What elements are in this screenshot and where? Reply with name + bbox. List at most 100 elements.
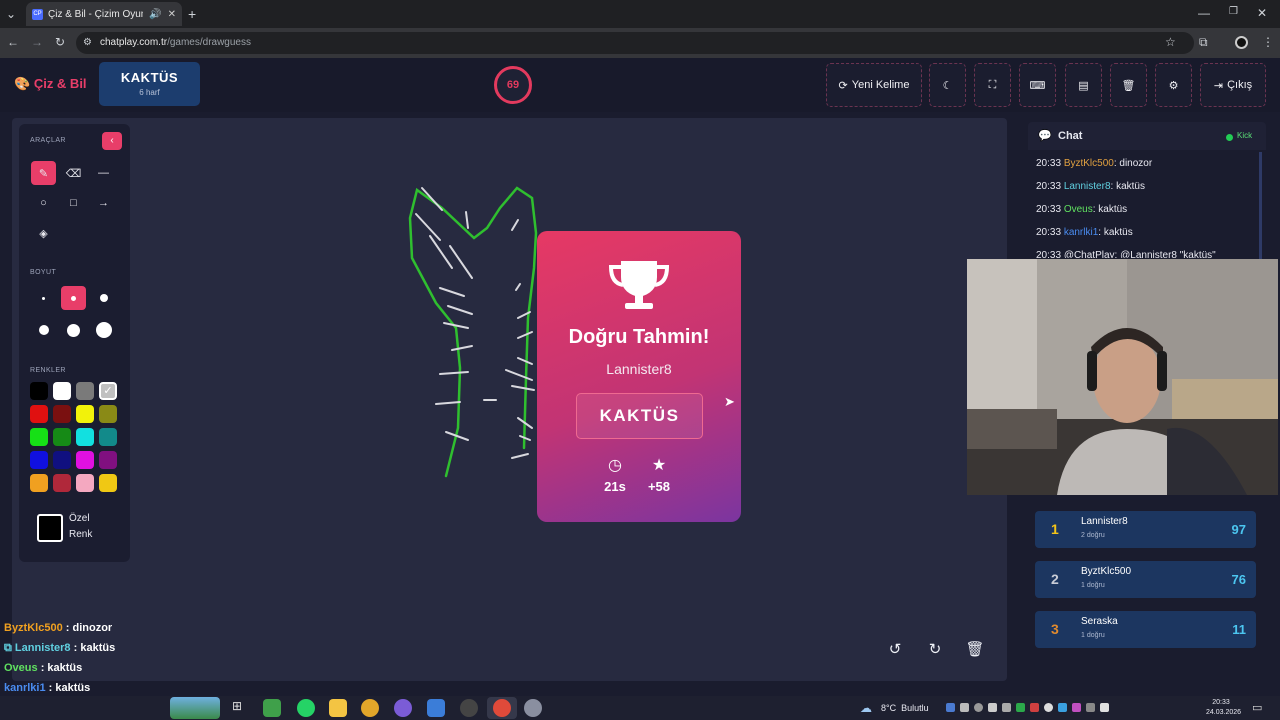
color-swatch[interactable]: [30, 382, 48, 400]
size-5[interactable]: [61, 318, 86, 342]
obs-icon[interactable]: [460, 699, 478, 717]
settings-button[interactable]: ⚙: [1155, 63, 1192, 107]
minimize-icon[interactable]: —: [1198, 6, 1210, 20]
leaderboard-score: 76: [1231, 572, 1246, 587]
task-view-icon[interactable]: ⊞: [228, 699, 246, 717]
color-swatch[interactable]: ✓: [99, 382, 117, 400]
widget-thumbnail[interactable]: [170, 697, 220, 719]
arrow-tool[interactable]: →: [91, 191, 116, 215]
size-2[interactable]: [61, 286, 86, 310]
color-swatch[interactable]: [76, 451, 94, 469]
color-swatch[interactable]: [53, 451, 71, 469]
chat-time: 20:33: [1036, 250, 1062, 258]
tab-search-icon[interactable]: ⌄: [6, 7, 16, 21]
chevron-left-icon: ‹: [110, 135, 114, 146]
browser-tab[interactable]: CP Çiz & Bil - Çizim Oyunu 🔊 ✕: [26, 2, 182, 26]
dark-mode-button[interactable]: ☾: [929, 63, 966, 107]
color-swatch[interactable]: [30, 451, 48, 469]
size-1[interactable]: [31, 286, 56, 310]
size-6[interactable]: [91, 318, 116, 342]
chrome-icon[interactable]: [361, 699, 379, 717]
size-3[interactable]: [91, 286, 116, 310]
color-swatch[interactable]: [53, 405, 71, 423]
color-swatch[interactable]: [76, 382, 94, 400]
app-icon-2[interactable]: [427, 699, 445, 717]
chat-username[interactable]: Lannister8: [1064, 181, 1111, 192]
favicon-icon: CP: [32, 8, 43, 20]
bookmark-star-icon[interactable]: ☆: [1165, 35, 1176, 49]
chrome-active-icon[interactable]: [493, 699, 511, 717]
chat-username[interactable]: kanrlki1: [1064, 227, 1098, 238]
eraser-tool[interactable]: ⌫: [61, 161, 86, 185]
undo-button[interactable]: ↺: [880, 634, 910, 664]
overlay-chat-line: ⧉ Lannister8 : kaktüs: [4, 642, 115, 655]
redo-icon: ↻: [928, 641, 942, 658]
size-4[interactable]: [31, 318, 56, 342]
speaker-icon[interactable]: 🔊: [149, 9, 161, 20]
reload-icon[interactable]: ↻: [55, 35, 65, 49]
new-word-button[interactable]: ⟳ Yeni Kelime: [826, 63, 922, 107]
square-icon: □: [70, 197, 77, 209]
fill-tool[interactable]: ◈: [31, 221, 56, 245]
forward-icon[interactable]: →: [31, 35, 43, 49]
close-window-icon[interactable]: ✕: [1257, 6, 1267, 20]
color-swatch[interactable]: [76, 474, 94, 492]
rectangle-tool[interactable]: □: [61, 191, 86, 215]
chat-username[interactable]: Oveus: [1064, 204, 1093, 215]
app-icon-3[interactable]: [524, 699, 542, 717]
new-tab-button[interactable]: +: [188, 6, 196, 22]
discord-icon[interactable]: [394, 699, 412, 717]
collapse-panel-button[interactable]: ‹: [102, 132, 122, 150]
site-info-icon[interactable]: ⚙: [83, 37, 92, 48]
color-swatch[interactable]: [76, 428, 94, 446]
profile-avatar[interactable]: [1235, 36, 1248, 49]
color-swatch[interactable]: [99, 428, 117, 446]
color-swatch[interactable]: [30, 405, 48, 423]
moon-icon: ☾: [942, 79, 953, 92]
fullscreen-button[interactable]: ⛶: [974, 63, 1011, 107]
color-swatch[interactable]: [99, 451, 117, 469]
file-explorer-icon[interactable]: [329, 699, 347, 717]
chat-time: 20:33: [1036, 204, 1062, 215]
drawing-canvas[interactable]: [12, 118, 1007, 681]
color-swatch[interactable]: [76, 405, 94, 423]
delete-button[interactable]: 🗑: [1110, 63, 1147, 107]
paint-bucket-icon: ◈: [39, 227, 48, 240]
extensions-icon[interactable]: ⧉: [1199, 35, 1208, 50]
color-swatch[interactable]: [30, 428, 48, 446]
redo-button[interactable]: ↻: [920, 634, 950, 664]
system-tray-icons[interactable]: [946, 703, 1126, 715]
overlay-text: : kaktüs: [70, 642, 116, 654]
chat-scrollbar[interactable]: [1259, 152, 1262, 262]
gear-icon: ⚙: [1168, 79, 1179, 92]
menu-icon[interactable]: ⋮: [1262, 35, 1274, 49]
color-swatch[interactable]: [99, 474, 117, 492]
circle-icon: ○: [40, 197, 47, 209]
circle-tool[interactable]: ○: [31, 191, 56, 215]
whatsapp-icon[interactable]: [297, 699, 315, 717]
color-swatch[interactable]: [30, 474, 48, 492]
clear-canvas-button[interactable]: 🗑: [960, 634, 990, 664]
taskbar-clock[interactable]: 20:33 24.03.2026: [1206, 698, 1241, 718]
close-tab-icon[interactable]: ✕: [168, 9, 176, 20]
restore-icon[interactable]: ❐: [1229, 6, 1238, 17]
color-swatch[interactable]: [53, 382, 71, 400]
chat-username[interactable]: ByztKlc500: [1064, 158, 1114, 169]
color-swatch[interactable]: [53, 474, 71, 492]
weather-text[interactable]: 8°C Bulutlu: [881, 703, 929, 713]
notification-icon[interactable]: ▭: [1252, 701, 1262, 714]
back-icon[interactable]: ←: [7, 35, 19, 49]
color-swatch[interactable]: [99, 405, 117, 423]
logout-button[interactable]: ⇥ Çıkış: [1200, 63, 1266, 107]
color-swatch[interactable]: [53, 428, 71, 446]
line-tool[interactable]: —: [91, 161, 116, 185]
url-field[interactable]: chatplay.com.tr/games/drawguess: [76, 32, 1194, 54]
keyboard-button[interactable]: ⌨: [1019, 63, 1056, 107]
chat-username[interactable]: @ChatPlay: [1064, 250, 1115, 258]
app-logo[interactable]: 🎨 Çiz & Bil: [14, 76, 87, 92]
clock-icon: ◷: [608, 457, 622, 474]
brush-tool[interactable]: ✎: [31, 161, 56, 185]
archive-button[interactable]: ▤: [1065, 63, 1102, 107]
app-icon-1[interactable]: [263, 699, 281, 717]
custom-color-swatch[interactable]: [37, 514, 63, 542]
